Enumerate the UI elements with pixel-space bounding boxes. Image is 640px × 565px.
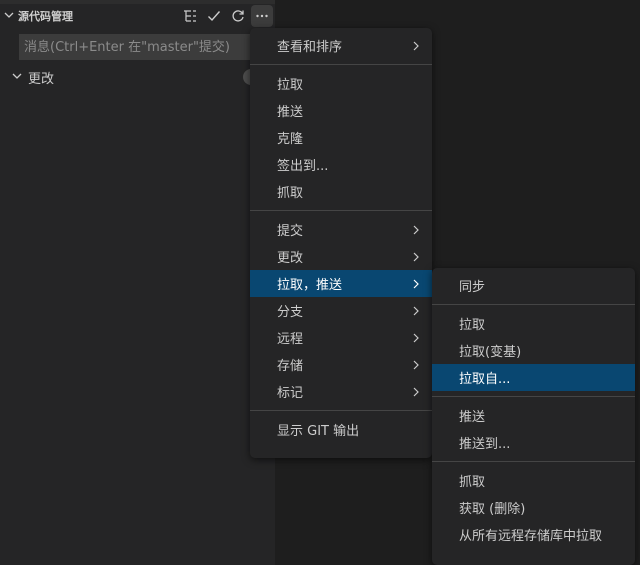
menu-item-commit[interactable]: 提交 — [250, 216, 432, 243]
menu-item-pull-push[interactable]: 拉取，推送 — [250, 270, 432, 297]
submenu-item-fetch-all[interactable]: 从所有远程存储库中拉取 — [432, 521, 635, 548]
menu-item-label: 拉取 — [459, 318, 486, 333]
menu-separator — [432, 304, 635, 305]
chevron-right-icon — [412, 351, 420, 378]
menu-item-pull[interactable]: 拉取 — [250, 70, 432, 97]
menu-item-label: 远程 — [277, 332, 304, 347]
chevron-right-icon — [412, 270, 420, 297]
menu-item-label: 签出到... — [277, 159, 329, 174]
chevron-right-icon — [412, 32, 420, 59]
menu-item-branch[interactable]: 分支 — [250, 297, 432, 324]
commit-message-input[interactable] — [19, 34, 259, 60]
menu-item-label: 抓取 — [277, 186, 304, 201]
chevron-right-icon — [412, 378, 420, 405]
menu-item-tags[interactable]: 标记 — [250, 378, 432, 405]
menu-item-label: 克隆 — [277, 132, 304, 147]
section-actions — [179, 4, 273, 28]
chevron-right-icon — [412, 324, 420, 351]
menu-item-changes[interactable]: 更改 — [250, 243, 432, 270]
menu-item-label: 拉取，推送 — [277, 278, 343, 293]
menu-item-label: 拉取 — [277, 78, 304, 93]
submenu-item-pull-from[interactable]: 拉取自... — [432, 364, 635, 391]
menu-item-label: 推送 — [459, 410, 486, 425]
section-title: 源代码管理 — [18, 10, 73, 23]
menu-item-view-sort[interactable]: 查看和排序 — [250, 32, 432, 59]
menu-item-label: 从所有远程存储库中拉取 — [459, 529, 603, 544]
menu-item-label: 获取 (删除) — [459, 502, 526, 517]
source-control-sidebar: 源代码管理 更改 — [0, 0, 275, 565]
menu-item-clone[interactable]: 克隆 — [250, 124, 432, 151]
more-actions-menu: 查看和排序 拉取 推送 克隆 签出到... 抓取 提交 更改 拉取，推送 分支 … — [250, 28, 432, 458]
menu-item-label: 拉取(变基) — [459, 345, 522, 360]
menu-item-label: 显示 GIT 输出 — [277, 424, 360, 439]
submenu-item-fetch-prune[interactable]: 获取 (删除) — [432, 494, 635, 521]
menu-separator — [250, 210, 432, 211]
menu-separator — [432, 461, 635, 462]
menu-item-label: 抓取 — [459, 475, 486, 490]
pull-push-submenu: 同步 拉取 拉取(变基) 拉取自... 推送 推送到... 抓取 获取 (删除)… — [432, 268, 635, 565]
submenu-item-fetch[interactable]: 抓取 — [432, 467, 635, 494]
changes-label: 更改 — [28, 71, 55, 87]
menu-item-checkout[interactable]: 签出到... — [250, 151, 432, 178]
source-control-header[interactable]: 源代码管理 — [0, 4, 275, 28]
check-icon[interactable] — [203, 5, 225, 27]
menu-item-label: 查看和排序 — [277, 40, 343, 55]
menu-item-label: 同步 — [459, 280, 486, 295]
menu-item-label: 提交 — [277, 224, 304, 239]
menu-item-remote[interactable]: 远程 — [250, 324, 432, 351]
chevron-right-icon — [412, 297, 420, 324]
more-icon[interactable] — [251, 5, 273, 27]
chevron-down-icon[interactable] — [0, 71, 28, 84]
submenu-item-pull[interactable]: 拉取 — [432, 310, 635, 337]
submenu-item-pull-rebase[interactable]: 拉取(变基) — [432, 337, 635, 364]
chevron-down-icon[interactable] — [0, 10, 18, 23]
menu-item-fetch[interactable]: 抓取 — [250, 178, 432, 205]
menu-item-label: 标记 — [277, 386, 304, 401]
submenu-item-push-to[interactable]: 推送到... — [432, 429, 635, 456]
menu-item-stash[interactable]: 存储 — [250, 351, 432, 378]
submenu-item-push[interactable]: 推送 — [432, 402, 635, 429]
changes-group-header[interactable]: 更改 — [0, 66, 275, 88]
chevron-right-icon — [412, 243, 420, 270]
menu-item-label: 推送 — [277, 105, 304, 120]
menu-item-label: 分支 — [277, 305, 304, 320]
menu-separator — [250, 64, 432, 65]
refresh-icon[interactable] — [227, 5, 249, 27]
submenu-item-sync[interactable]: 同步 — [432, 272, 635, 299]
menu-item-label: 推送到... — [459, 437, 511, 452]
menu-item-show-git-output[interactable]: 显示 GIT 输出 — [250, 416, 432, 443]
menu-item-label: 存储 — [277, 359, 304, 374]
list-tree-icon[interactable] — [179, 5, 201, 27]
menu-item-label: 更改 — [277, 251, 304, 266]
menu-item-push[interactable]: 推送 — [250, 97, 432, 124]
menu-item-label: 拉取自... — [459, 372, 511, 387]
menu-separator — [250, 410, 432, 411]
chevron-right-icon — [412, 216, 420, 243]
menu-separator — [432, 396, 635, 397]
